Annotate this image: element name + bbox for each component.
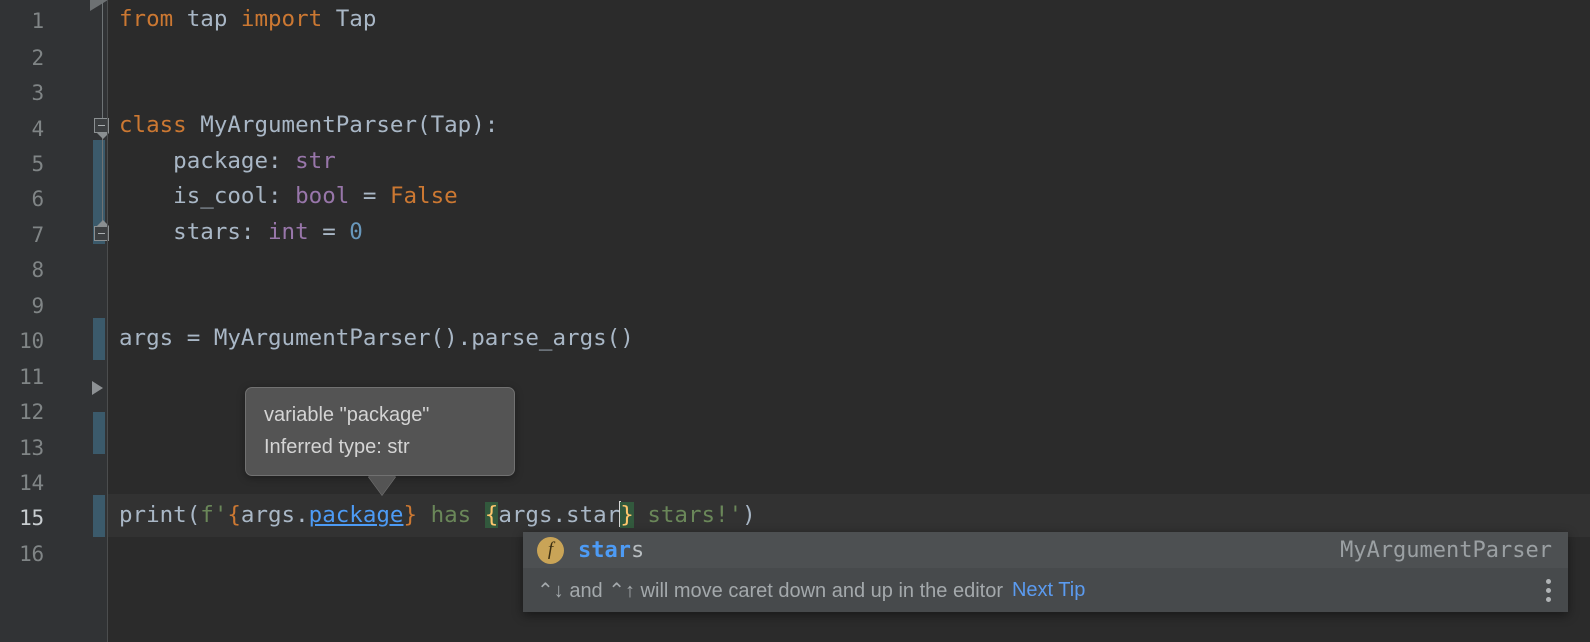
token-equals: = — [309, 219, 350, 245]
token-args-star: args.star — [498, 502, 620, 528]
token-equals: = — [349, 183, 390, 209]
completion-popup[interactable]: f stars MyArgumentParser ⌃↓ and ⌃↑ will … — [523, 532, 1568, 612]
completion-item-label: stars — [578, 538, 644, 563]
vcs-change-bar[interactable] — [93, 412, 105, 454]
token-class-decl: MyArgumentParser(Tap): — [187, 112, 499, 138]
hover-tooltip: variable "package" Inferred type: str — [245, 387, 515, 476]
kebab-dot — [1546, 597, 1551, 602]
token-string-tail: stars!' — [634, 502, 742, 528]
completion-item-stars[interactable]: f stars MyArgumentParser — [523, 532, 1568, 568]
tooltip-line-type: Inferred type: str — [264, 431, 498, 463]
token-brace-open: { — [227, 502, 241, 528]
editor-gutter[interactable]: 1 2 3 4 5 6 7 8 9 10 11 12 13 14 15 16 — [0, 0, 108, 642]
completion-match-suffix: s — [631, 538, 644, 563]
code-line-15: print(f'{args.package} has {args.star} s… — [108, 494, 1590, 537]
token-fstring-start: f' — [200, 502, 227, 528]
kebab-dot — [1546, 588, 1551, 593]
code-line-7: stars: int = 0 — [108, 211, 1590, 254]
fold-region-line — [102, 134, 103, 226]
fold-minus-glyph — [98, 125, 105, 126]
fold-minus-glyph — [98, 233, 105, 234]
token-value-false: False — [390, 183, 458, 209]
fold-top-marker-icon — [90, 0, 108, 11]
token-args-prefix: args. — [241, 502, 309, 528]
token-paren-close: ) — [742, 502, 756, 528]
token-keyword-class: class — [119, 112, 187, 138]
token-brace-close-highlight: } — [620, 502, 634, 528]
token-string-has: has — [417, 502, 485, 528]
token-print-call: print( — [119, 502, 200, 528]
token-module-tap: tap — [173, 6, 241, 32]
line-number: 16 — [0, 533, 44, 576]
token-assignment: args = MyArgumentParser().parse_args() — [119, 325, 634, 351]
token-brace-close: } — [403, 502, 417, 528]
token-keyword-import: import — [241, 6, 322, 32]
token-keyword-from: from — [119, 6, 173, 32]
token-type-str: str — [295, 148, 336, 174]
tip-bar: ⌃↓ and ⌃↑ will move caret down and up in… — [523, 568, 1568, 612]
vcs-change-bar[interactable] — [93, 318, 105, 360]
kebab-menu-icon[interactable] — [1546, 579, 1551, 602]
vcs-change-bar[interactable] — [93, 495, 105, 537]
code-line-1: from tap import Tap — [108, 0, 1590, 41]
token-type-int: int — [268, 219, 309, 245]
token-type-bool: bool — [295, 183, 349, 209]
tooltip-line-variable: variable "package" — [264, 399, 498, 431]
token-field-stars: stars: — [119, 219, 268, 245]
run-marker-icon[interactable] — [92, 381, 103, 395]
tooltip-pointer — [368, 476, 396, 495]
fold-region-line — [102, 0, 103, 118]
kebab-dot — [1546, 579, 1551, 584]
token-value-zero: 0 — [349, 219, 363, 245]
next-tip-link[interactable]: Next Tip — [1012, 579, 1085, 602]
completion-item-qualifier: MyArgumentParser — [1340, 538, 1568, 563]
tip-text: ⌃↓ and ⌃↑ will move caret down and up in… — [537, 578, 1003, 603]
token-field-package: package: — [119, 148, 295, 174]
token-package-link[interactable]: package — [309, 502, 404, 528]
completion-match-prefix: star — [578, 538, 631, 563]
code-editor[interactable]: 1 2 3 4 5 6 7 8 9 10 11 12 13 14 15 16 f… — [0, 0, 1590, 642]
code-line-10: args = MyArgumentParser().parse_args() — [108, 317, 1590, 360]
token-class-tap: Tap — [322, 6, 376, 32]
f-function-icon: f — [537, 537, 564, 564]
token-field-is-cool: is_cool: — [119, 183, 295, 209]
token-brace-open-highlight: { — [485, 502, 499, 528]
